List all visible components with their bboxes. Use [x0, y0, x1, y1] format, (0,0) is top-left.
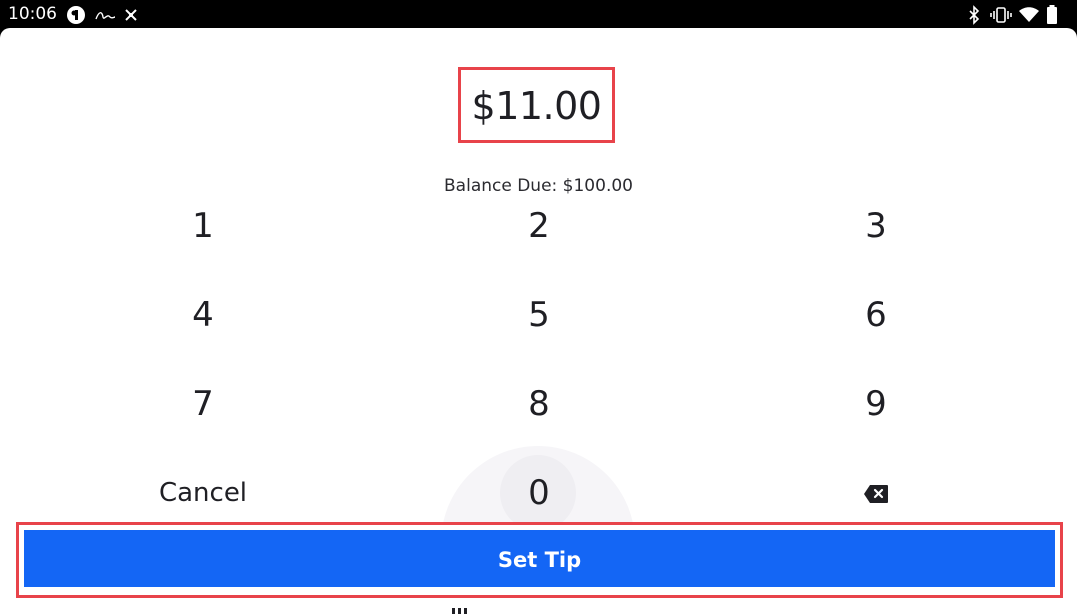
keypad-key-0[interactable]: 0 [479, 463, 599, 523]
circle-app-icon [67, 6, 85, 24]
tip-amount: $11.00 [471, 84, 602, 128]
bluetooth-icon [969, 5, 980, 25]
battery-icon [1047, 5, 1057, 24]
cancel-button[interactable]: Cancel [143, 463, 263, 523]
keypad-key-8[interactable]: 8 [479, 374, 599, 434]
backspace-icon [864, 485, 888, 503]
keypad-key-3[interactable]: 3 [816, 196, 936, 256]
keypad-key-5[interactable]: 5 [479, 285, 599, 345]
backspace-button[interactable] [816, 463, 936, 523]
status-time: 10:06 [8, 4, 57, 24]
nav-handle-icon [452, 608, 467, 614]
keypad-key-4[interactable]: 4 [143, 285, 263, 345]
keypad-key-2[interactable]: 2 [479, 196, 599, 256]
keypad-key-9[interactable]: 9 [816, 374, 936, 434]
wifi-icon [1019, 7, 1039, 22]
set-tip-highlight: Set Tip [16, 522, 1063, 598]
tip-sheet: $11.00 Balance Due: $100.00 1 2 3 4 5 6 … [0, 28, 1077, 614]
set-tip-button[interactable]: Set Tip [24, 530, 1055, 587]
keypad-key-6[interactable]: 6 [816, 285, 936, 345]
handwriting-app-icon [95, 12, 116, 20]
keypad-key-1[interactable]: 1 [143, 196, 263, 256]
keypad-key-7[interactable]: 7 [143, 374, 263, 434]
tip-amount-box: $11.00 [458, 67, 615, 143]
balance-due-label: Balance Due: $100.00 [444, 176, 633, 196]
status-bar: 10:06 [0, 0, 1077, 30]
fan-app-icon [125, 9, 137, 21]
vibrate-icon [990, 7, 1012, 23]
